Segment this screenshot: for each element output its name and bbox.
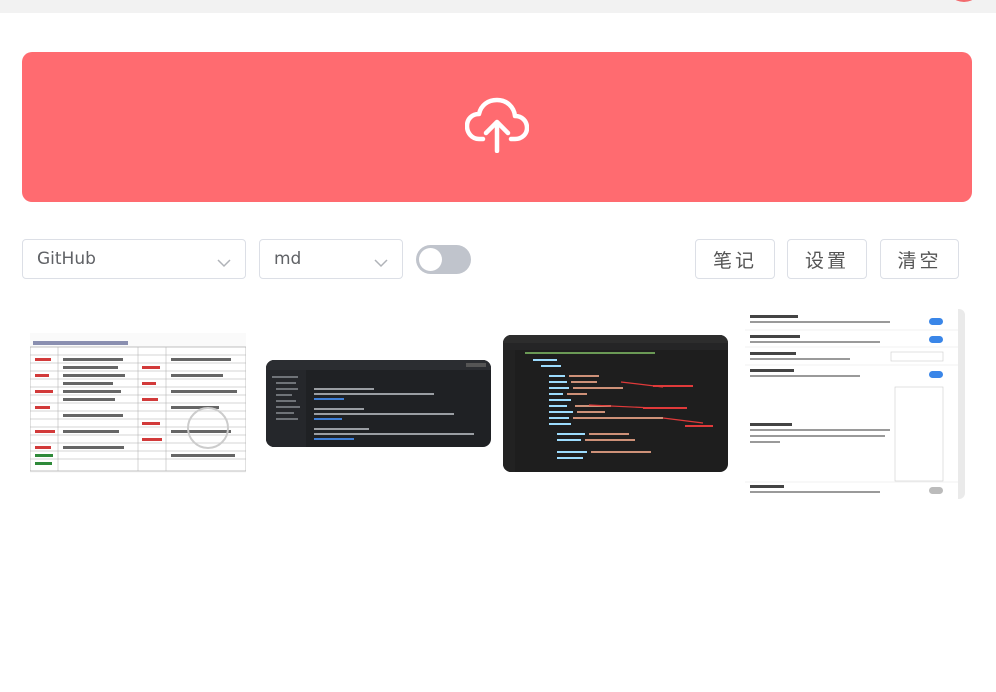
upload-dropzone[interactable] bbox=[22, 52, 972, 202]
image-thumbnail[interactable] bbox=[266, 360, 491, 447]
image-thumbnail[interactable] bbox=[745, 309, 965, 499]
chevron-down-icon bbox=[217, 253, 231, 273]
toggle-switch[interactable] bbox=[416, 245, 471, 274]
cloud-upload-icon bbox=[464, 97, 530, 157]
image-thumbnail[interactable] bbox=[30, 333, 246, 473]
clear-button[interactable]: 清空 bbox=[880, 239, 959, 279]
chevron-down-icon bbox=[374, 253, 388, 273]
source-select-value: GitHub bbox=[37, 249, 96, 269]
source-select[interactable]: GitHub bbox=[22, 239, 246, 279]
toggle-knob bbox=[419, 248, 442, 271]
format-select[interactable]: md bbox=[259, 239, 403, 279]
notes-button[interactable]: 笔记 bbox=[695, 239, 775, 279]
image-thumbnail[interactable] bbox=[503, 335, 728, 472]
top-bar bbox=[0, 0, 996, 13]
format-select-value: md bbox=[274, 249, 302, 269]
settings-button[interactable]: 设置 bbox=[787, 239, 867, 279]
